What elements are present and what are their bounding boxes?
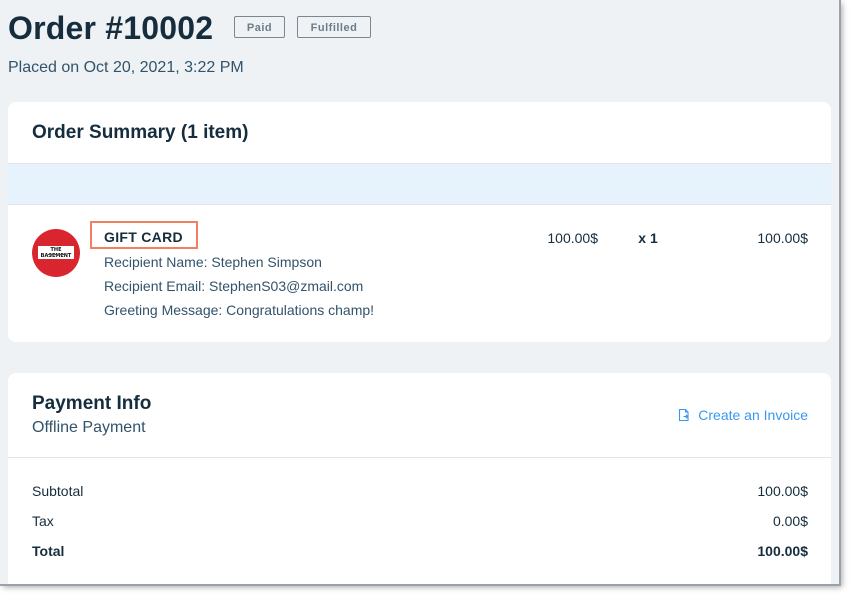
thumbnail-underline xyxy=(48,254,64,255)
tax-label: Tax xyxy=(32,513,54,529)
window-edge xyxy=(0,584,841,586)
order-page: Order #10002 Paid Fulfilled Placed on Oc… xyxy=(0,0,839,584)
create-invoice-link[interactable]: Create an Invoice xyxy=(677,406,808,424)
window-edge xyxy=(839,0,841,586)
invoice-document-icon xyxy=(677,408,691,422)
item-quantity: x 1 xyxy=(638,230,658,246)
payment-method: Offline Payment xyxy=(32,419,146,436)
divider xyxy=(8,204,831,205)
thumbnail-logo-text: THE BASEMENT xyxy=(40,247,72,259)
page-title: Order #10002 xyxy=(8,10,214,46)
order-summary-title: Order Summary (1 item) xyxy=(32,122,249,143)
greeting-message: Greeting Message: Congratulations champ! xyxy=(104,302,375,318)
recipient-name: Recipient Name: Stephen Simpson xyxy=(104,254,322,270)
status-badge-fulfilled: Fulfilled xyxy=(297,16,371,38)
payment-info-card: Payment Info Offline Payment Create an I… xyxy=(8,373,831,584)
payment-info-title: Payment Info xyxy=(32,393,152,414)
tax-value: 0.00$ xyxy=(772,513,808,529)
recipient-email: Recipient Email: StephenS03@zmail.com xyxy=(104,278,364,294)
create-invoice-label: Create an Invoice xyxy=(698,407,808,423)
subtotal-value: 100.00$ xyxy=(757,483,808,499)
status-badge-paid: Paid xyxy=(234,16,285,38)
subtotal-label: Subtotal xyxy=(32,483,84,499)
total-label: Total xyxy=(32,543,65,559)
total-value: 100.00$ xyxy=(757,543,808,559)
placed-date: Placed on Oct 20, 2021, 3:22 PM xyxy=(8,59,244,76)
thumbnail-label: THE BASEMENT xyxy=(38,246,74,259)
divider xyxy=(8,457,831,458)
product-thumbnail[interactable]: THE BASEMENT xyxy=(32,229,80,277)
order-summary-card: Order Summary (1 item) THE BASEMENT GIFT… xyxy=(8,102,831,342)
summary-band xyxy=(8,164,831,204)
item-price: 100.00$ xyxy=(547,230,598,246)
product-name[interactable]: GIFT CARD xyxy=(104,228,183,246)
item-total: 100.00$ xyxy=(757,230,808,246)
